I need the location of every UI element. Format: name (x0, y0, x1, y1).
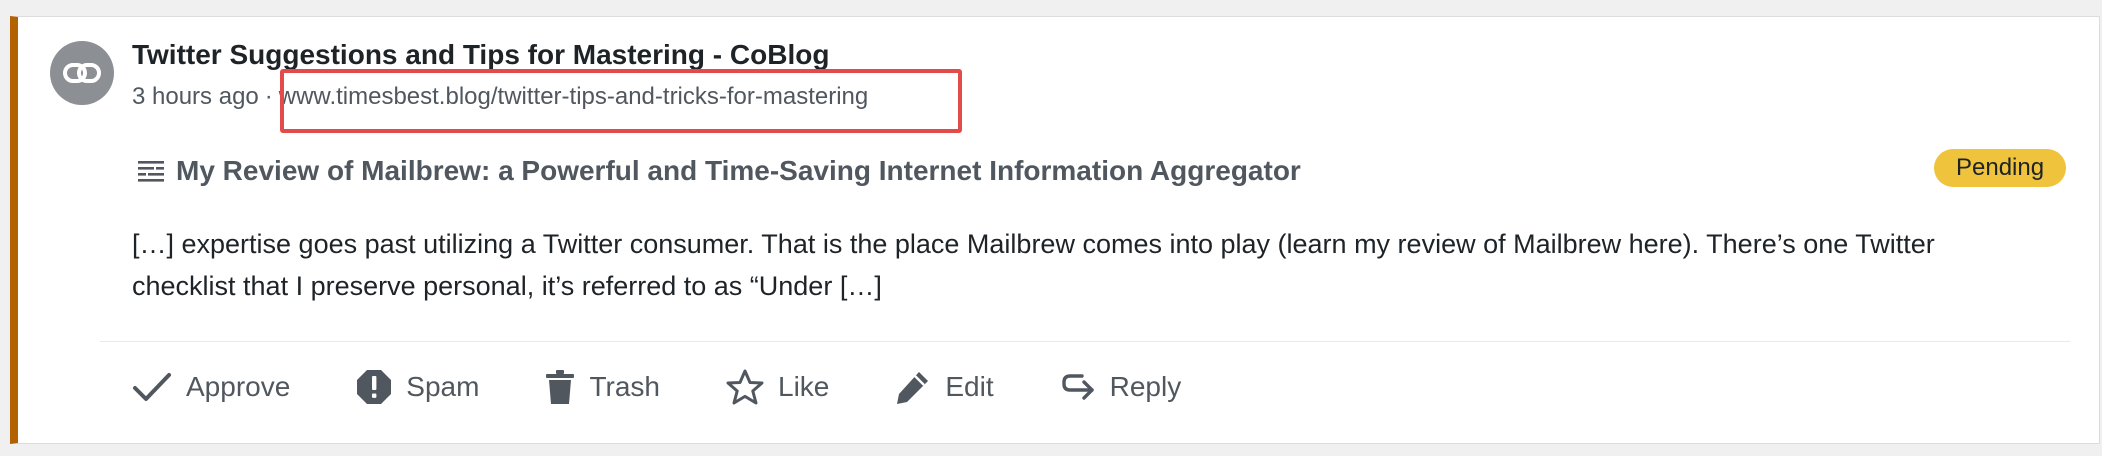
trash-label: Trash (589, 371, 660, 402)
check-icon (133, 373, 171, 401)
spam-button[interactable]: Spam (356, 369, 479, 405)
meta-separator: · (264, 83, 273, 110)
reply-icon (1061, 374, 1094, 400)
like-button[interactable]: Like (726, 369, 829, 405)
comment-card: Twitter Suggestions and Tips for Masteri… (10, 16, 2100, 444)
spam-icon (357, 370, 392, 404)
reply-label: Reply (1109, 371, 1182, 402)
url-highlight-box (280, 69, 962, 133)
action-bar: Approve Spam Trash Like Edit Reply (132, 369, 1247, 405)
link-icon (63, 63, 101, 83)
approve-label: Approve (186, 371, 291, 402)
edit-button[interactable]: Edit (895, 369, 994, 405)
comment-title[interactable]: Twitter Suggestions and Tips for Masteri… (132, 39, 829, 71)
trash-icon (546, 370, 575, 404)
post-reference[interactable]: My Review of Mailbrew: a Powerful and Ti… (136, 155, 1301, 187)
spam-label: Spam (406, 371, 480, 402)
reply-button[interactable]: Reply (1060, 370, 1182, 404)
post-icon (138, 161, 164, 182)
post-title[interactable]: My Review of Mailbrew: a Powerful and Ti… (176, 155, 1301, 187)
comment-excerpt: […] expertise goes past utilizing a Twit… (132, 229, 1935, 301)
edit-label: Edit (945, 371, 994, 402)
star-icon (726, 369, 764, 405)
status-badge: Pending (1934, 149, 2067, 187)
like-label: Like (778, 371, 830, 402)
approve-button[interactable]: Approve (132, 371, 290, 403)
pencil-icon (897, 372, 929, 404)
comment-time[interactable]: 3 hours ago (132, 83, 259, 111)
divider (100, 341, 2070, 342)
avatar (50, 41, 114, 105)
trash-button[interactable]: Trash (545, 369, 660, 405)
